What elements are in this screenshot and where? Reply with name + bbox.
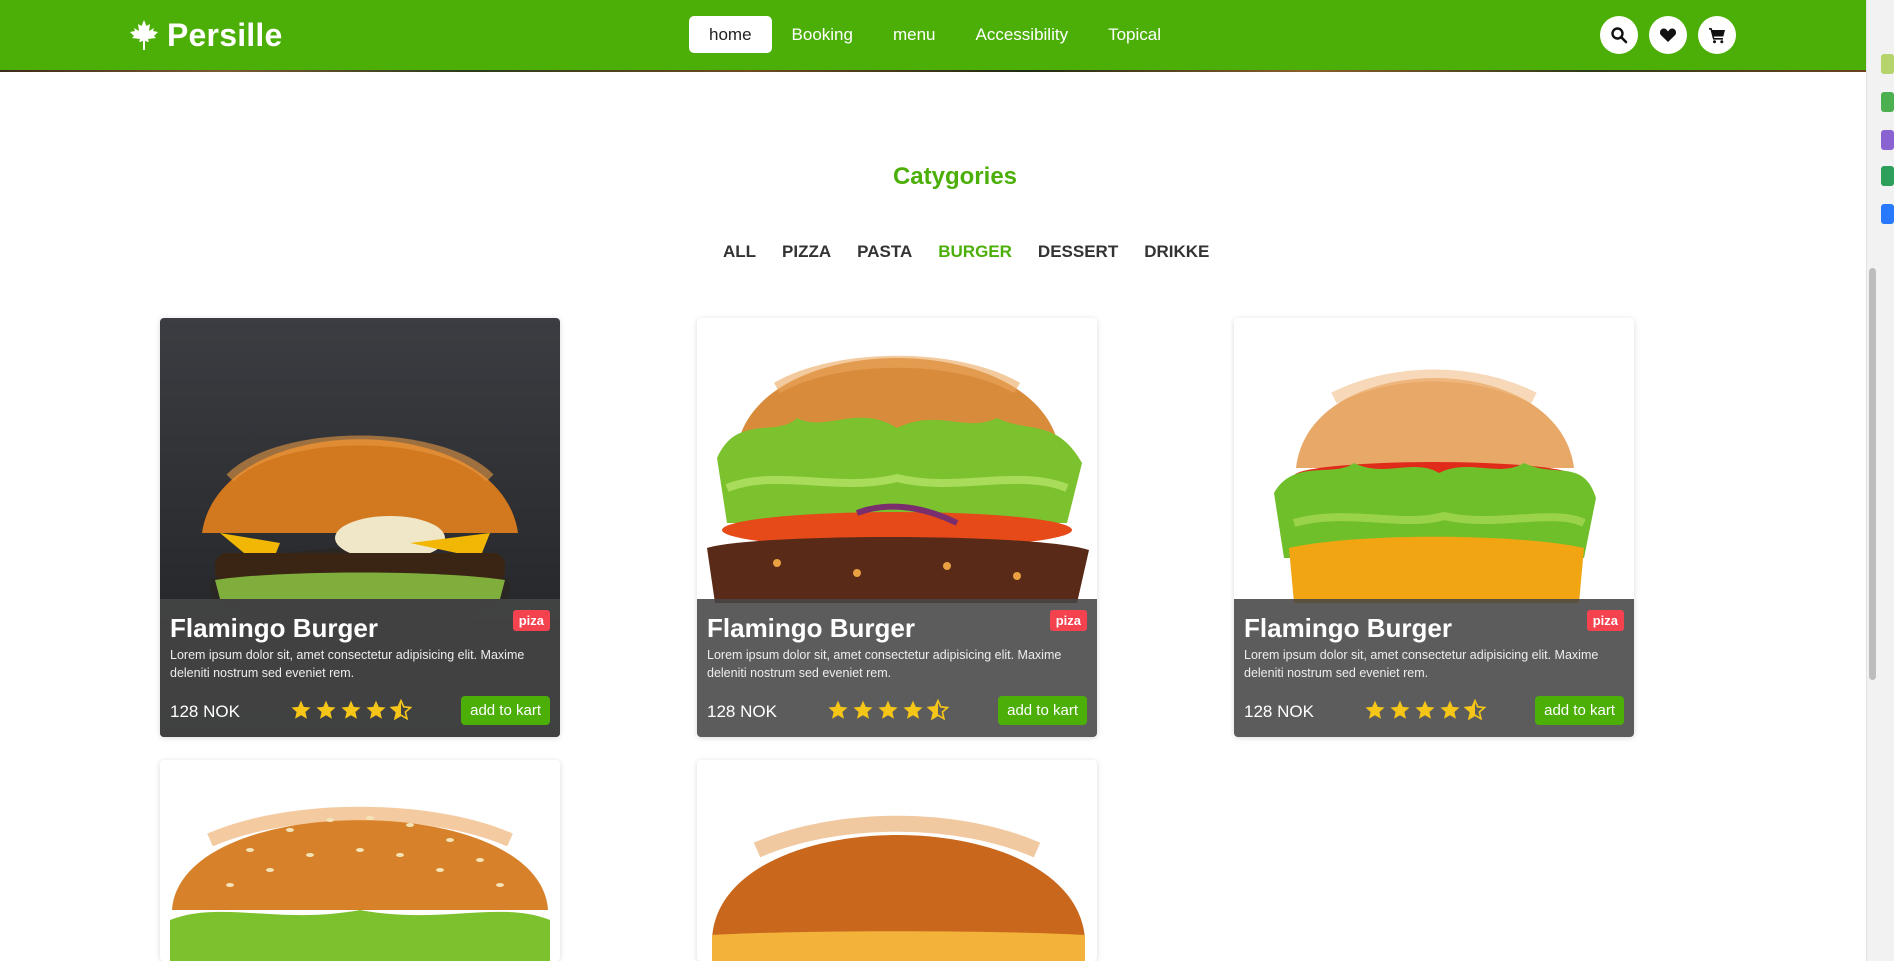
filter-drikke[interactable]: DRIKKE bbox=[1131, 240, 1222, 264]
categories-title: Catygories bbox=[892, 163, 1018, 190]
search-button[interactable] bbox=[1600, 16, 1638, 54]
product-card[interactable] bbox=[697, 760, 1097, 961]
star-icon bbox=[878, 700, 898, 719]
filter-dessert[interactable]: DESSERT bbox=[1025, 240, 1131, 264]
main-nav: home Booking menu Accessibility Topical bbox=[689, 16, 1181, 53]
star-icon bbox=[1415, 700, 1435, 719]
favorites-button[interactable] bbox=[1649, 16, 1687, 54]
add-to-cart-button[interactable]: add to kart bbox=[998, 696, 1087, 725]
product-price: 128 NOK bbox=[1244, 702, 1314, 721]
brand-name: Persille bbox=[167, 16, 283, 53]
extension-icon[interactable] bbox=[1881, 54, 1894, 74]
product-price: 128 NOK bbox=[707, 702, 777, 721]
rating-stars bbox=[290, 699, 412, 721]
extension-icon[interactable] bbox=[1881, 130, 1894, 150]
category-filters: ALL PIZZA PASTA BURGER DESSERT DRIKKE bbox=[710, 240, 1222, 264]
card-info-panel: Flamingo Burger piza Lorem ipsum dolor s… bbox=[160, 599, 560, 737]
star-icon bbox=[828, 700, 848, 719]
burger-photo bbox=[697, 760, 1097, 961]
product-name: Flamingo Burger bbox=[707, 613, 916, 643]
card-info-panel: Flamingo Burger piza Lorem ipsum dolor s… bbox=[1234, 599, 1634, 737]
extension-icon[interactable] bbox=[1881, 204, 1894, 224]
nav-icon-group bbox=[1600, 16, 1736, 54]
search-icon bbox=[1611, 27, 1628, 44]
product-description: Lorem ipsum dolor sit, amet consectetur … bbox=[707, 648, 1062, 680]
product-name: Flamingo Burger bbox=[170, 613, 379, 643]
category-badge: piza bbox=[512, 610, 550, 631]
filter-all[interactable]: ALL bbox=[710, 240, 769, 264]
star-half-icon bbox=[1464, 699, 1486, 721]
brand-logo[interactable]: Persille bbox=[129, 15, 282, 55]
nav-accessibility[interactable]: Accessibility bbox=[956, 16, 1089, 53]
burger-photo bbox=[160, 760, 560, 961]
scrollbar-thumb[interactable] bbox=[1869, 268, 1876, 680]
nav-home[interactable]: home bbox=[689, 16, 772, 53]
star-icon bbox=[366, 700, 386, 719]
heart-icon bbox=[1659, 28, 1677, 42]
nav-booking[interactable]: Booking bbox=[772, 16, 873, 53]
star-icon bbox=[1440, 700, 1460, 719]
star-icon bbox=[853, 700, 873, 719]
product-name: Flamingo Burger bbox=[1244, 613, 1453, 643]
category-badge: piza bbox=[1049, 610, 1087, 631]
category-badge: piza bbox=[1586, 610, 1624, 631]
star-icon bbox=[316, 700, 336, 719]
card-info-panel: Flamingo Burger piza Lorem ipsum dolor s… bbox=[697, 599, 1097, 737]
star-icon bbox=[291, 700, 311, 719]
extension-icon[interactable] bbox=[1881, 92, 1894, 112]
filter-pasta[interactable]: PASTA bbox=[844, 240, 925, 264]
nav-menu[interactable]: menu bbox=[873, 16, 956, 53]
top-navbar: Persille home Booking menu Accessibility… bbox=[0, 0, 1866, 70]
star-half-icon bbox=[927, 699, 949, 721]
filter-burger[interactable]: BURGER bbox=[925, 240, 1025, 264]
filter-pizza[interactable]: PIZZA bbox=[769, 240, 844, 264]
hero-image-strip bbox=[0, 70, 1866, 72]
star-icon bbox=[1365, 700, 1385, 719]
rating-stars bbox=[1364, 699, 1486, 721]
rating-stars bbox=[827, 699, 949, 721]
maple-leaf-icon bbox=[130, 20, 158, 50]
cart-icon bbox=[1709, 28, 1725, 44]
product-card[interactable] bbox=[160, 760, 560, 961]
add-to-cart-button[interactable]: add to kart bbox=[461, 696, 550, 725]
add-to-cart-button[interactable]: add to kart bbox=[1535, 696, 1624, 725]
product-card[interactable]: Flamingo Burger piza Lorem ipsum dolor s… bbox=[1234, 318, 1634, 737]
star-icon bbox=[903, 700, 923, 719]
product-description: Lorem ipsum dolor sit, amet consectetur … bbox=[170, 648, 525, 680]
product-description: Lorem ipsum dolor sit, amet consectetur … bbox=[1244, 648, 1599, 680]
star-icon bbox=[1390, 700, 1410, 719]
star-icon bbox=[341, 700, 361, 719]
product-card[interactable]: Flamingo Burger piza Lorem ipsum dolor s… bbox=[160, 318, 560, 737]
product-card[interactable]: Flamingo Burger piza Lorem ipsum dolor s… bbox=[697, 318, 1097, 737]
product-price: 128 NOK bbox=[170, 702, 240, 721]
nav-topical[interactable]: Topical bbox=[1088, 16, 1181, 53]
star-half-icon bbox=[390, 699, 412, 721]
cart-button[interactable] bbox=[1698, 16, 1736, 54]
